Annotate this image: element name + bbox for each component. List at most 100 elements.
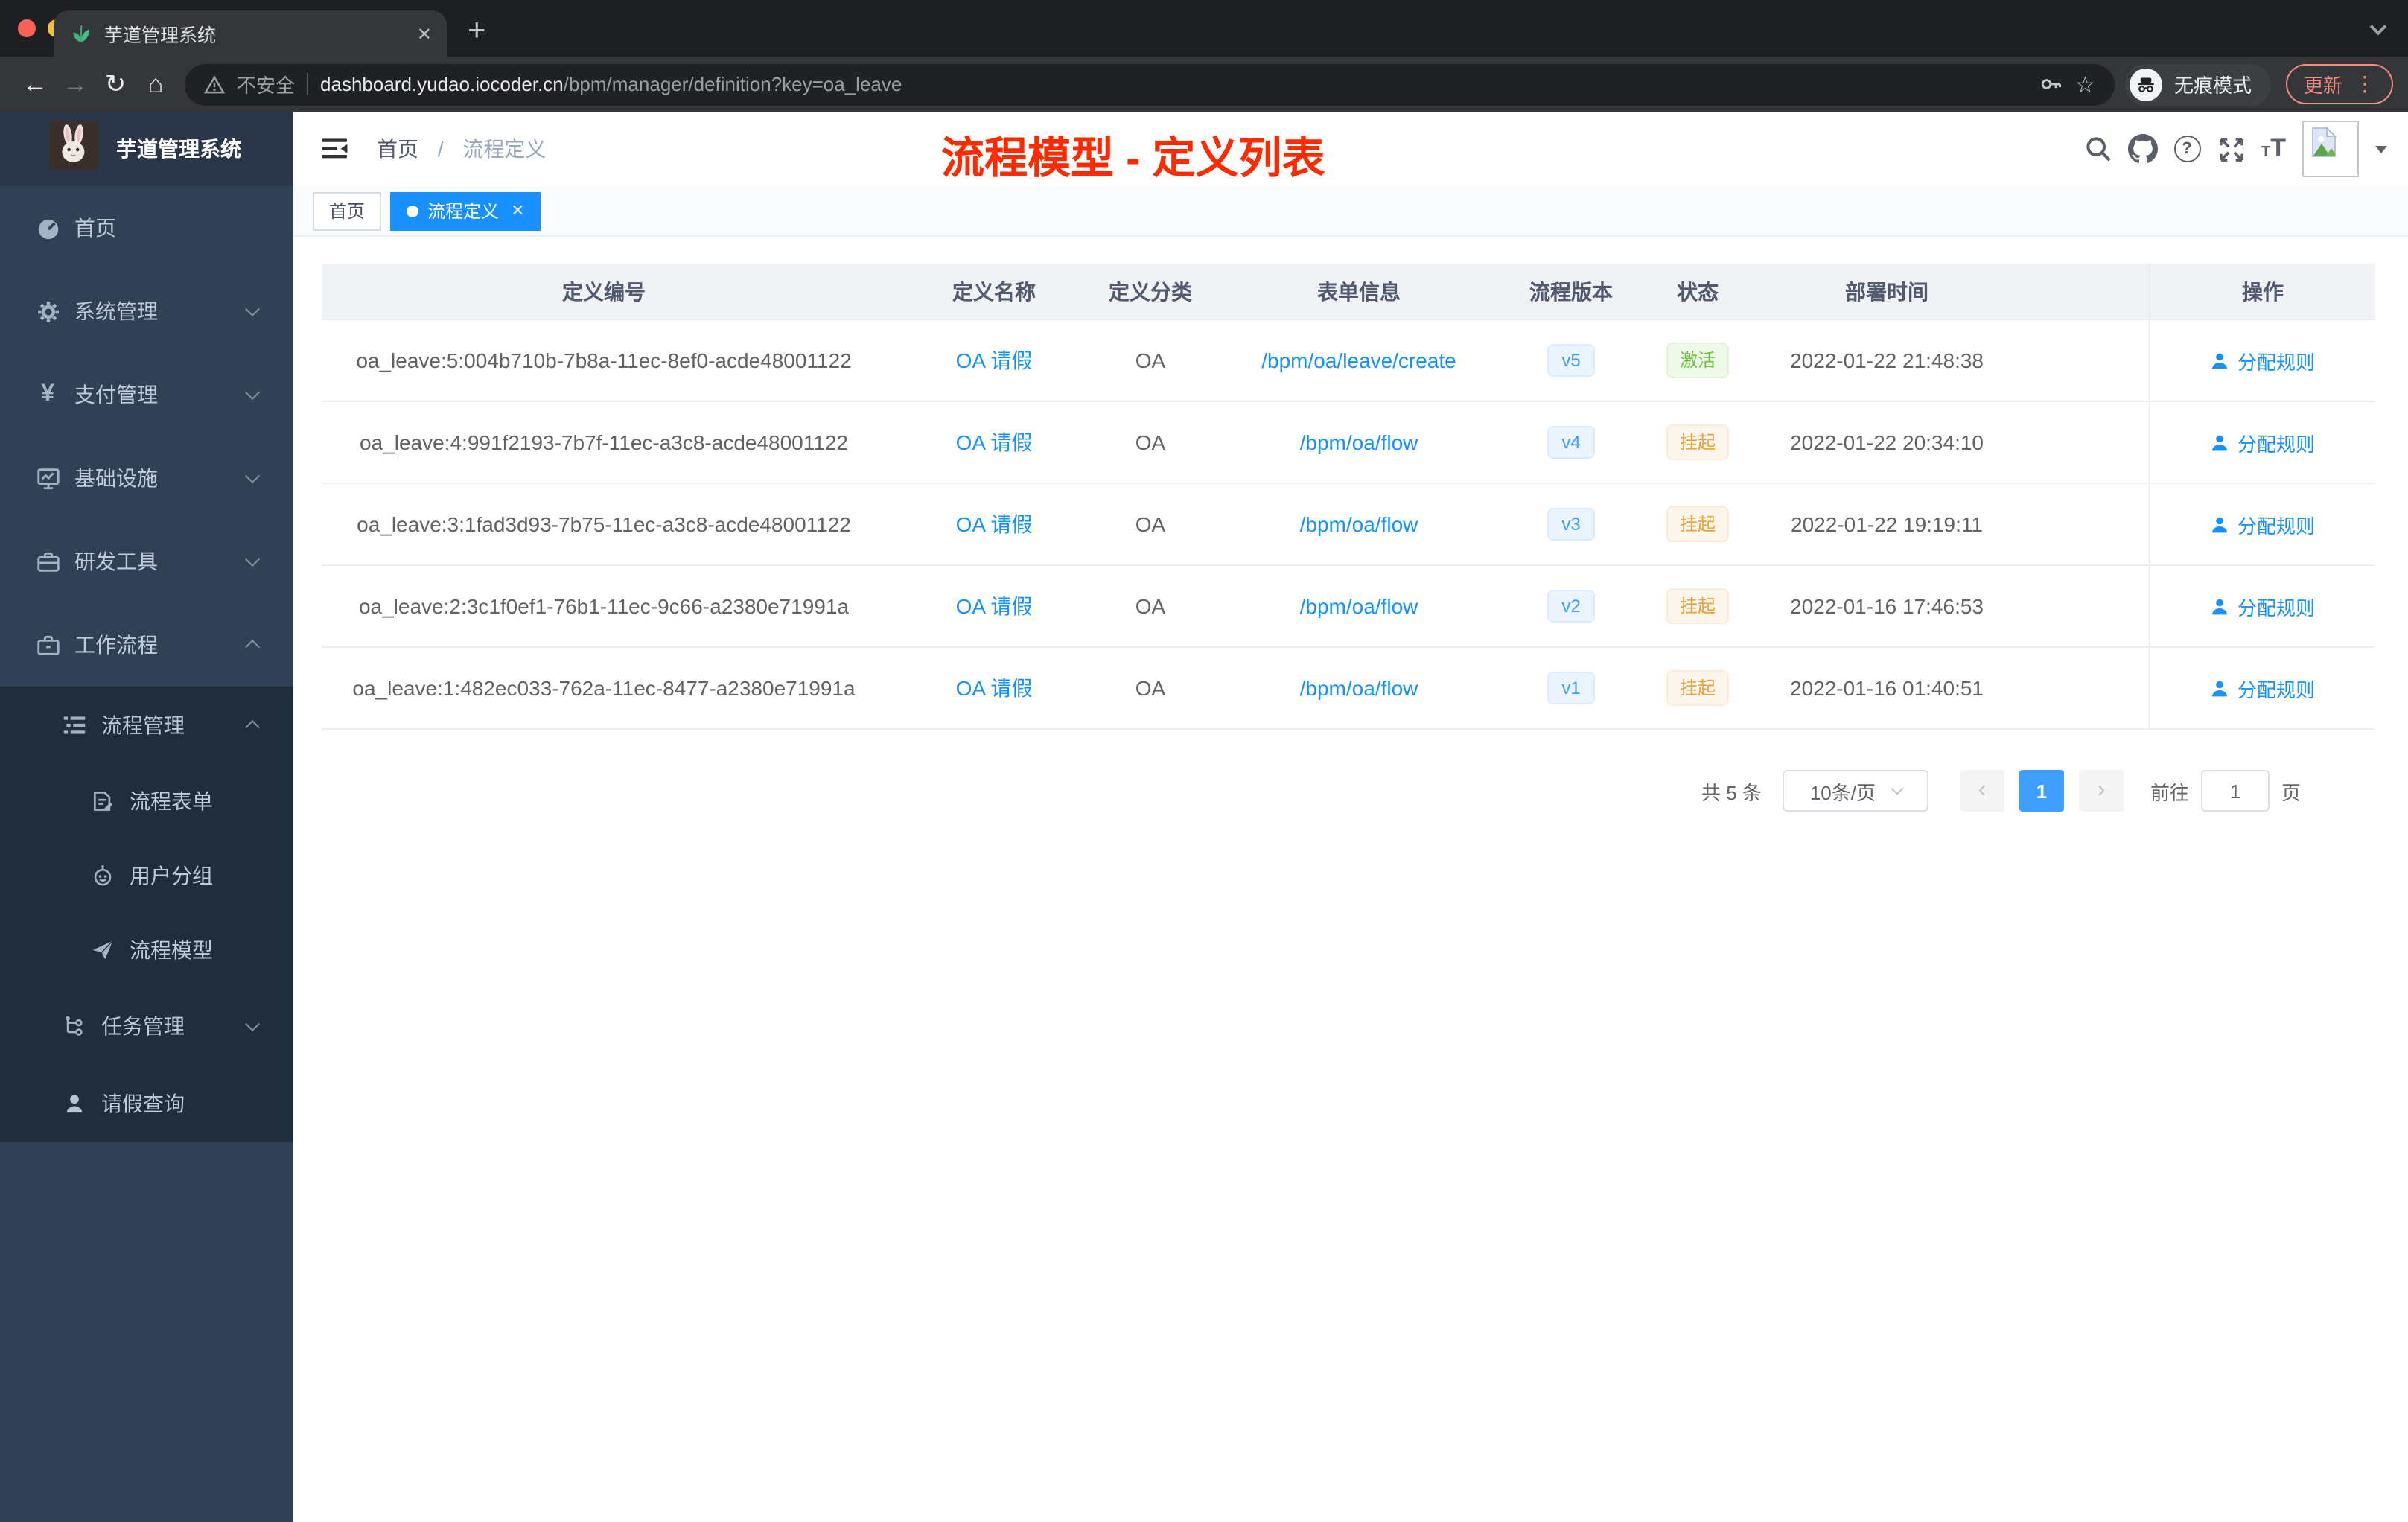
sidebar-item-process-form[interactable]: 流程表单: [0, 764, 293, 838]
search-icon[interactable]: [2084, 136, 2111, 162]
back-button[interactable]: ←: [15, 71, 55, 97]
page-content: 定义编号 定义名称 定义分类 表单信息 流程版本 状态 部署时间 操作 oa_l…: [293, 237, 2408, 1522]
password-key-icon[interactable]: [2038, 71, 2063, 97]
sidebar-item-process-management[interactable]: 流程管理: [0, 687, 293, 764]
github-icon[interactable]: [2127, 134, 2157, 164]
sidebar-item-leave-query[interactable]: 请假查询: [0, 1065, 293, 1142]
sidebar-item-home[interactable]: 首页: [0, 186, 293, 270]
help-icon[interactable]: ?: [2173, 136, 2200, 162]
sidebar-item-label: 研发工具: [74, 550, 158, 573]
cell-spacer: [2001, 320, 2149, 401]
sidebar-item-infrastructure[interactable]: 基础设施: [0, 436, 293, 520]
assign-rule-button[interactable]: 分配规则: [2211, 346, 2315, 375]
definition-name-link[interactable]: OA 请假: [956, 591, 1033, 621]
tab-strip-chevron-down-icon[interactable]: [2369, 18, 2387, 36]
chevron-down-icon: [245, 1016, 260, 1032]
column-header-name: 定义名称: [952, 279, 1036, 303]
address-bar[interactable]: 不安全 dashboard.yudao.iocoder.cn/bpm/manag…: [185, 63, 2115, 105]
home-button[interactable]: ⌂: [136, 71, 176, 97]
chevron-down-icon: [245, 468, 260, 484]
cell-definition-id: oa_leave:5:004b710b-7b8a-11ec-8ef0-acde4…: [356, 348, 852, 372]
app-frame: 芋道管理系统 首页 系统管理 ¥ 支付管理 基础设施 研发工具 工作流程 流程管…: [0, 112, 2408, 1522]
status-badge: 挂起: [1666, 670, 1729, 706]
security-label[interactable]: 不安全: [237, 70, 295, 98]
sidebar-item-payment[interactable]: ¥ 支付管理: [0, 353, 293, 436]
monitor-icon: [34, 465, 61, 491]
dashboard-icon: [34, 215, 61, 241]
url-text[interactable]: dashboard.yudao.iocoder.cn/bpm/manager/d…: [320, 73, 902, 95]
form-link[interactable]: /bpm/oa/flow: [1300, 676, 1418, 700]
assign-rule-button[interactable]: 分配规则: [2211, 592, 2315, 620]
user-icon: [2212, 680, 2228, 696]
breadcrumb: 首页 / 流程定义: [377, 134, 546, 164]
form-link[interactable]: /bpm/oa/flow: [1300, 594, 1418, 618]
assign-rule-button[interactable]: 分配规则: [2211, 674, 2315, 702]
tags-view-bar: 首页 流程定义 ✕: [293, 186, 2408, 237]
goto-page-input[interactable]: [2200, 770, 2270, 812]
assign-rule-button[interactable]: 分配规则: [2211, 428, 2315, 456]
definition-name-link[interactable]: OA 请假: [956, 673, 1033, 703]
definition-name-link[interactable]: OA 请假: [956, 509, 1033, 539]
form-icon: [89, 789, 116, 813]
column-header-deploy-time: 部署时间: [1845, 279, 1928, 303]
tag-label: 首页: [329, 201, 366, 222]
reload-button[interactable]: ↻: [95, 71, 136, 97]
gear-icon: [34, 299, 61, 324]
sidebar-item-user-group[interactable]: 用户分组: [0, 838, 293, 913]
sidebar-item-workflow[interactable]: 工作流程: [0, 603, 293, 687]
browser-menu-kebab-icon[interactable]: ⋮: [2354, 71, 2375, 97]
browser-tab-strip: 芋道管理系统 ✕ +: [0, 0, 2408, 57]
incognito-label: 无痕模式: [2173, 74, 2252, 97]
version-badge: v1: [1547, 672, 1596, 704]
sidebar-item-label: 任务管理: [101, 1014, 185, 1038]
page-unit-label: 页: [2281, 781, 2301, 803]
version-badge: v5: [1547, 344, 1596, 377]
workflow-submenu: 流程管理 流程表单 用户分组 流程模型 任务管理 请假查询: [0, 687, 293, 1142]
table-row: oa_leave:1:482ec033-762a-11ec-8477-a2380…: [322, 648, 2375, 730]
sidebar-item-label: 流程管理: [101, 713, 185, 737]
yen-icon: ¥: [41, 381, 54, 407]
url-host: dashboard.yudao.iocoder.cn: [320, 73, 564, 95]
chevron-up-icon: [245, 719, 260, 735]
window-close-button[interactable]: [18, 19, 36, 37]
screenshot-root: 芋道管理系统 ✕ + ← → ↻ ⌂ 不安全 dashboard.yudao.i…: [0, 0, 2408, 1522]
column-header-form: 表单信息: [1317, 279, 1401, 303]
new-tab-button[interactable]: +: [468, 10, 486, 52]
form-link[interactable]: /bpm/oa/leave/create: [1261, 348, 1456, 372]
goto-label: 前往: [2150, 781, 2189, 803]
bookmark-star-icon[interactable]: ☆: [2075, 71, 2095, 98]
prev-page-button[interactable]: ‹: [1959, 770, 2004, 812]
sidebar-item-process-model[interactable]: 流程模型: [0, 913, 293, 987]
tag-process-definition[interactable]: 流程定义 ✕: [390, 191, 541, 230]
fullscreen-icon[interactable]: [2217, 135, 2245, 163]
sidebar-item-label: 请假查询: [101, 1092, 185, 1115]
sidebar-item-system[interactable]: 系统管理: [0, 270, 293, 353]
user-icon: [2212, 434, 2228, 450]
browser-tab[interactable]: 芋道管理系统 ✕: [54, 10, 447, 57]
security-warning-icon: [204, 74, 225, 95]
form-link[interactable]: /bpm/oa/flow: [1300, 512, 1418, 536]
avatar-caret-down-icon[interactable]: [2375, 146, 2387, 159]
form-link[interactable]: /bpm/oa/flow: [1300, 430, 1418, 454]
tag-close-icon[interactable]: ✕: [511, 201, 524, 220]
page-number-button[interactable]: 1: [2019, 770, 2064, 812]
cell-spacer: [2001, 648, 2149, 728]
font-size-icon[interactable]: TT: [2261, 136, 2286, 162]
assign-rule-button[interactable]: 分配规则: [2211, 510, 2315, 538]
page-size-select[interactable]: 10条/页: [1782, 770, 1928, 812]
breadcrumb-home[interactable]: 首页: [377, 137, 418, 161]
sidebar-collapse-button[interactable]: [307, 136, 363, 162]
tab-close-icon[interactable]: ✕: [417, 23, 432, 44]
forward-button[interactable]: →: [55, 71, 95, 97]
sidebar-logo-bar[interactable]: 芋道管理系统: [0, 112, 293, 186]
definition-name-link[interactable]: OA 请假: [956, 427, 1033, 457]
definition-name-link[interactable]: OA 请假: [956, 346, 1033, 375]
chrome-update-button[interactable]: 更新 ⋮: [2285, 64, 2393, 104]
tag-home[interactable]: 首页: [313, 191, 382, 230]
sidebar-item-task-management[interactable]: 任务管理: [0, 987, 293, 1065]
next-page-button[interactable]: ›: [2078, 770, 2124, 812]
breadcrumb-current: 流程定义: [462, 137, 547, 161]
cell-spacer: [2001, 566, 2149, 646]
avatar[interactable]: [2302, 121, 2359, 177]
sidebar-item-dev-tools[interactable]: 研发工具: [0, 520, 293, 603]
